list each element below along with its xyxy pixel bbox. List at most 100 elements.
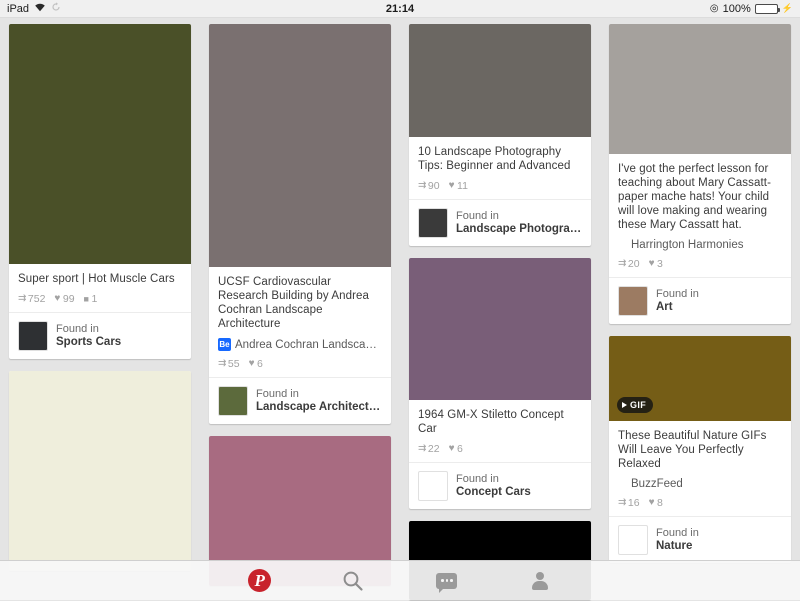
- repin-icon: ⇉: [418, 444, 425, 454]
- card-body: 1964 GM-X Stiletto Concept Car ⇉22 ♥6: [409, 400, 591, 462]
- search-icon: [342, 570, 364, 592]
- stat-repins-count: 20: [628, 258, 640, 270]
- pin-stats: ⇉90 ♥11: [418, 180, 582, 192]
- heart-icon: ♥: [649, 498, 655, 508]
- stat-likes: ♥11: [449, 180, 468, 192]
- card-stiletto-concept[interactable]: 1964 GM-X Stiletto Concept Car ⇉22 ♥6 Found…: [409, 258, 591, 509]
- pin-image-cream[interactable]: [9, 371, 191, 571]
- stat-likes: ♥99: [54, 293, 74, 305]
- pin-image-mary-cassatt[interactable]: [609, 24, 791, 154]
- repin-icon: ⇉: [618, 259, 625, 269]
- stat-likes-count: 6: [257, 358, 263, 370]
- pin-title: UCSF Cardiovascular Research Building by…: [218, 275, 382, 331]
- repin-icon: ⇉: [18, 294, 25, 304]
- pin-column-1: Super sport | Hot Muscle Cars⇉752♥99■1Fo…: [0, 18, 200, 600]
- found-in-label: Found in: [56, 323, 121, 336]
- pin-title: 1964 GM-X Stiletto Concept Car: [418, 408, 582, 436]
- stat-repins-count: 22: [428, 443, 440, 455]
- gif-badge-label: GIF: [630, 400, 646, 410]
- card-nature-gifs[interactable]: GIF These Beautiful Nature GIFs Will Leav…: [609, 336, 791, 563]
- pin-stats: ⇉16♥8: [618, 497, 782, 509]
- stat-likes-count: 3: [657, 258, 663, 270]
- found-in-row[interactable]: Found inConcept Cars: [409, 462, 591, 509]
- stat-likes: ♥6: [449, 443, 463, 455]
- pin-stats: ⇉752 ♥99 ■1: [18, 293, 182, 305]
- card-super-sport[interactable]: Super sport | Hot Muscle Cars⇉752♥99■1Fo…: [9, 24, 191, 359]
- found-in-label: Found in: [456, 473, 531, 486]
- card-body: I've got the perfect lesson for teaching…: [609, 154, 791, 277]
- heart-icon: ♥: [54, 294, 60, 304]
- repin-icon: ⇉: [418, 181, 425, 191]
- pin-stats: ⇉20♥3: [618, 258, 782, 270]
- pin-board[interactable]: Super sport | Hot Muscle Cars⇉752♥99■1Fo…: [0, 18, 800, 600]
- location-icon: ◎: [710, 3, 719, 14]
- pin-column-4: I've got the perfect lesson for teaching…: [600, 18, 800, 600]
- board-thumbnail: [618, 286, 648, 316]
- found-in-board-name: Landscape Architecture: [256, 401, 382, 414]
- found-in-row[interactable]: Found inLandscape Photogra…: [409, 199, 591, 246]
- tab-search[interactable]: [307, 561, 401, 601]
- card-cream-swatch[interactable]: [9, 371, 191, 571]
- pin-source-label: Harrington Harmonies: [631, 239, 744, 251]
- status-clock: 21:14: [0, 3, 800, 15]
- found-in-board-name: Sports Cars: [56, 336, 121, 349]
- found-in-text: Found inLandscape Architecture: [256, 388, 382, 414]
- card-ucsf-research[interactable]: UCSF Cardiovascular Research Building by…: [209, 24, 391, 424]
- stat-repins-count: 90: [428, 180, 440, 192]
- stat-likes: ♥8: [649, 497, 663, 509]
- comment-icon: ■: [84, 295, 89, 304]
- found-in-text: Found inLandscape Photogra…: [456, 210, 581, 236]
- pin-image-nature-gif[interactable]: GIF: [609, 336, 791, 421]
- tab-profile[interactable]: [494, 561, 588, 601]
- found-in-label: Found in: [256, 388, 382, 401]
- pin-title: 10 Landscape Photography Tips: Beginner …: [418, 145, 582, 173]
- heart-icon: ♥: [449, 181, 455, 191]
- heart-icon: ♥: [449, 444, 455, 454]
- found-in-row[interactable]: Found inNature: [609, 516, 791, 563]
- tab-home[interactable]: P: [213, 561, 307, 601]
- repin-icon: ⇉: [218, 359, 225, 369]
- status-right: ◎ 100% ⚡: [710, 3, 793, 15]
- stat-comments: ■1: [84, 293, 98, 305]
- found-in-label: Found in: [656, 527, 699, 540]
- stat-likes: ♥6: [249, 358, 263, 370]
- stat-repins: ⇉22: [418, 443, 440, 455]
- stat-repins-count: 752: [28, 293, 46, 305]
- charging-icon: ⚡: [782, 3, 793, 14]
- pin-image-landscape-photo[interactable]: [409, 24, 591, 137]
- card-mary-cassatt[interactable]: I've got the perfect lesson for teaching…: [609, 24, 791, 324]
- pin-column-2: UCSF Cardiovascular Research Building by…: [200, 18, 400, 600]
- pin-image-muscle-cars[interactable]: [9, 24, 191, 264]
- pin-image-stiletto-car[interactable]: [409, 258, 591, 400]
- pin-source[interactable]: BuzzFeed: [618, 478, 782, 490]
- chat-bubble-icon: [436, 573, 457, 589]
- pin-stats: ⇉22 ♥6: [418, 443, 582, 455]
- pinterest-logo-icon: P: [248, 569, 271, 592]
- stat-likes-count: 99: [63, 293, 75, 305]
- pin-title: These Beautiful Nature GIFs Will Leave Y…: [618, 429, 782, 471]
- found-in-label: Found in: [456, 210, 581, 223]
- found-in-row[interactable]: Found inLandscape Architecture: [209, 377, 391, 424]
- card-body: 10 Landscape Photography Tips: Beginner …: [409, 137, 591, 199]
- battery-percent-label: 100%: [723, 3, 751, 15]
- stat-likes-count: 6: [457, 443, 463, 455]
- person-icon: [530, 571, 550, 591]
- card-landscape-photography[interactable]: 10 Landscape Photography Tips: Beginner …: [409, 24, 591, 246]
- pin-source[interactable]: Harrington Harmonies: [618, 239, 782, 251]
- stat-repins: ⇉55: [218, 358, 240, 370]
- tab-messages[interactable]: [400, 561, 494, 601]
- found-in-row[interactable]: Found inSports Cars: [9, 312, 191, 359]
- found-in-board-name: Nature: [656, 540, 699, 553]
- found-in-row[interactable]: Found inArt: [609, 277, 791, 324]
- gif-badge: GIF: [617, 397, 653, 413]
- tab-bar: P: [0, 560, 800, 600]
- found-in-label: Found in: [656, 288, 699, 301]
- pin-source[interactable]: BeAndrea Cochran Landscape…: [218, 338, 382, 351]
- card-body: UCSF Cardiovascular Research Building by…: [209, 267, 391, 377]
- status-bar: iPad 21:14 ◎ 100% ⚡: [0, 0, 800, 18]
- found-in-text: Found inConcept Cars: [456, 473, 531, 499]
- pin-source-label: BuzzFeed: [631, 478, 683, 490]
- board-thumbnail: [418, 208, 448, 238]
- found-in-text: Found inNature: [656, 527, 699, 553]
- pin-image-ucsf-building[interactable]: [209, 24, 391, 267]
